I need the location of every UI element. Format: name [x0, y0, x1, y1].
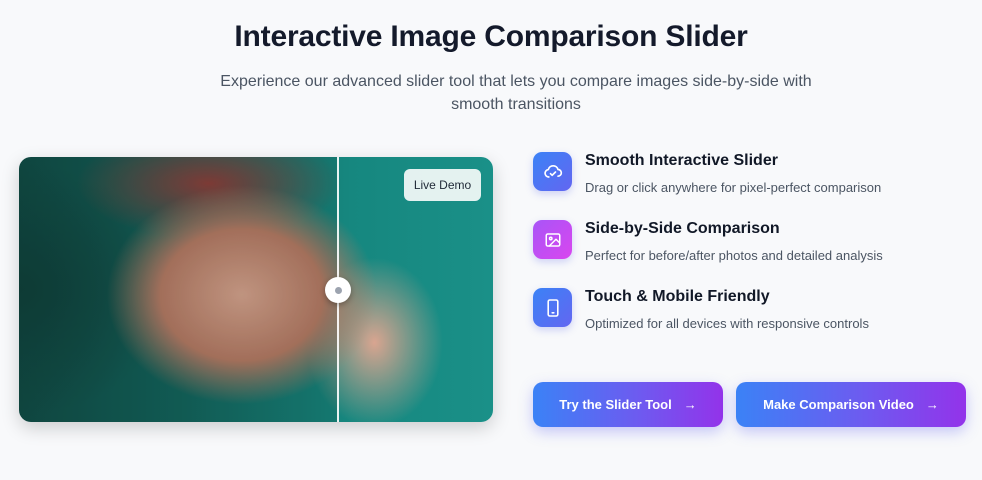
image-comparison-demo[interactable]: Live Demo [19, 157, 493, 422]
feature-description: Optimized for all devices with responsiv… [585, 316, 869, 331]
smartphone-icon [533, 288, 572, 327]
slider-handle[interactable] [325, 277, 351, 303]
feature-title: Side-by-Side Comparison [585, 220, 780, 237]
page-title: Interactive Image Comparison Slider [234, 20, 748, 53]
arrow-right-icon: → [683, 397, 697, 412]
cloud-sync-icon [533, 152, 572, 191]
image-icon [533, 220, 572, 259]
button-label: Make Comparison Video [763, 397, 914, 412]
feature-touch-mobile: Touch & Mobile Friendly Optimized for al… [533, 288, 963, 338]
feature-smooth-slider: Smooth Interactive Slider Drag or click … [533, 152, 963, 202]
feature-description: Perfect for before/after photos and deta… [585, 248, 883, 263]
comparison-image-before [19, 157, 337, 422]
feature-title: Touch & Mobile Friendly [585, 288, 770, 305]
live-demo-badge: Live Demo [404, 169, 481, 201]
feature-title: Smooth Interactive Slider [585, 152, 778, 169]
feature-side-by-side: Side-by-Side Comparison Perfect for befo… [533, 220, 963, 270]
feature-description: Drag or click anywhere for pixel-perfect… [585, 180, 882, 195]
page-subtitle: Experience our advanced slider tool that… [220, 73, 812, 113]
make-comparison-video-button[interactable]: Make Comparison Video → [736, 382, 966, 427]
arrow-right-icon: → [925, 397, 939, 412]
try-slider-tool-button[interactable]: Try the Slider Tool → [533, 382, 723, 427]
button-label: Try the Slider Tool [559, 397, 672, 412]
slider-handle-dot [334, 286, 342, 294]
